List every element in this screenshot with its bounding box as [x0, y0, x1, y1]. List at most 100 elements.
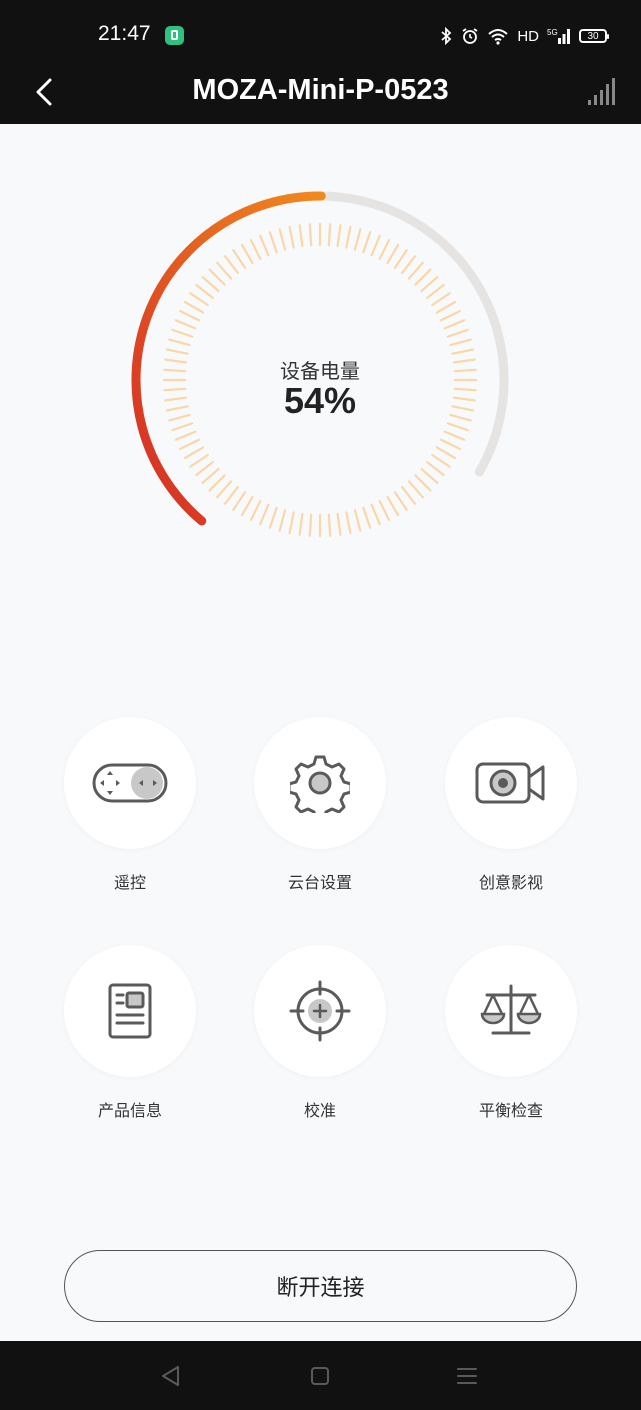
battery-percentage: 54%	[283, 380, 357, 421]
gauge-tick	[414, 268, 432, 286]
menu-item-circle	[254, 945, 386, 1077]
app-notification-icon	[165, 26, 184, 45]
gauge-tick	[446, 328, 469, 338]
gauge-tick	[407, 480, 424, 499]
system-navigation-bar	[0, 1341, 641, 1410]
square-home-icon	[311, 1367, 329, 1385]
gauge-tick	[420, 467, 439, 484]
gauge-tick	[189, 292, 209, 307]
menu-item-creative-video[interactable]: 创意影视	[436, 717, 586, 893]
menu-item-circle	[445, 717, 577, 849]
menu-item-circle	[64, 717, 196, 849]
gauge-tick	[353, 228, 362, 251]
gauge-tick	[414, 474, 432, 492]
gauge-tick	[183, 446, 205, 460]
gauge-tick	[336, 224, 342, 248]
gauge-tick	[288, 511, 295, 535]
gauge-tick	[174, 319, 197, 330]
gauge-tick	[178, 309, 201, 322]
gear-icon	[290, 755, 350, 813]
gauge-tick	[327, 513, 332, 537]
crosshair-icon	[289, 980, 351, 1042]
gauge-tick	[268, 506, 278, 529]
menu-item-remote-control[interactable]: 遥控	[55, 717, 205, 893]
system-home-button[interactable]	[307, 1363, 333, 1389]
gauge-tick	[401, 255, 417, 275]
gauge-tick	[232, 249, 247, 269]
gauge-tick	[259, 234, 270, 257]
gauge-tick	[401, 486, 417, 505]
menu-item-gimbal-settings[interactable]: 云台设置	[245, 717, 395, 893]
gauge-tick	[370, 503, 381, 526]
video-camera-icon	[475, 762, 545, 804]
navigation-bar: MOZA-Mini-P-0523	[0, 62, 641, 124]
gauge-tick	[407, 261, 424, 280]
status-bar: 21:47 HD 5G 30	[0, 0, 641, 62]
gauge-tick	[443, 430, 466, 441]
gauge-tick	[232, 491, 247, 511]
menu-item-label: 产品信息	[97, 1101, 162, 1120]
gauge-tick	[268, 231, 278, 254]
gauge-tick	[178, 438, 201, 451]
gauge-tick	[386, 243, 400, 265]
gauge-tick	[240, 495, 254, 517]
gauge-tick	[259, 503, 270, 526]
gauge-tick	[345, 511, 352, 535]
gauge-tick	[426, 461, 445, 477]
menu-item-circle	[64, 945, 196, 1077]
gauge-tick	[298, 224, 304, 248]
menu-item-circle	[445, 945, 577, 1077]
system-menu-button[interactable]	[454, 1363, 480, 1389]
gauge-tick	[439, 309, 462, 322]
gauge-tick	[378, 238, 391, 261]
gauge-tick	[201, 276, 220, 293]
signal-bars-icon	[588, 78, 615, 105]
status-icons: HD 5G 30	[439, 24, 609, 48]
gauge-tick	[435, 300, 457, 314]
battery-icon: 30	[579, 29, 609, 43]
svg-text:5G: 5G	[547, 28, 558, 37]
menu-lines-icon	[457, 1368, 477, 1384]
menu-item-calibration[interactable]: 校准	[245, 945, 395, 1121]
gauge-tick	[451, 348, 475, 355]
gauge-tick	[393, 249, 408, 269]
gauge-tick	[426, 283, 445, 299]
gauge-tick	[278, 228, 287, 251]
menu-item-circle	[254, 717, 386, 849]
gauge-tick	[174, 430, 197, 441]
gauge-tick	[183, 300, 205, 314]
gauge-tick	[208, 268, 226, 286]
gauge-tick	[446, 422, 469, 432]
cell-signal-icon: 5G	[547, 28, 570, 44]
gauge-tick	[288, 225, 295, 249]
gauge-tick	[208, 474, 226, 492]
gauge-tick	[336, 512, 342, 536]
status-time: 21:47	[98, 22, 151, 45]
menu-item-label: 平衡检查	[478, 1101, 543, 1120]
gauge-tick	[278, 509, 287, 532]
disconnect-button[interactable]: 断开连接	[64, 1250, 577, 1322]
menu-item-label: 遥控	[113, 873, 146, 892]
gauge-tick	[216, 261, 233, 280]
gauge-tick	[223, 255, 239, 275]
system-back-button[interactable]	[158, 1363, 184, 1389]
gauge-tick	[308, 513, 313, 537]
product-info-icon	[108, 983, 152, 1039]
gauge-tick	[362, 506, 372, 529]
gauge-tick	[393, 491, 408, 511]
gauge-tick	[449, 338, 472, 347]
menu-item-balance-check[interactable]: 平衡检查	[436, 945, 586, 1121]
gauge-tick	[439, 438, 462, 451]
gauge-tick	[443, 319, 466, 330]
menu-item-product-info[interactable]: 产品信息	[55, 945, 205, 1121]
signal-strength-button[interactable]	[587, 74, 621, 108]
gauge-tick	[431, 453, 451, 468]
gauge-tick	[216, 480, 233, 499]
gauge-tick	[298, 512, 304, 536]
alarm-icon	[462, 28, 478, 44]
hd-indicator: HD	[517, 27, 539, 45]
gauge-tick	[168, 338, 191, 347]
menu-item-label: 云台设置	[287, 873, 352, 892]
gauge-tick	[431, 292, 451, 307]
gauge-tick	[240, 243, 254, 265]
